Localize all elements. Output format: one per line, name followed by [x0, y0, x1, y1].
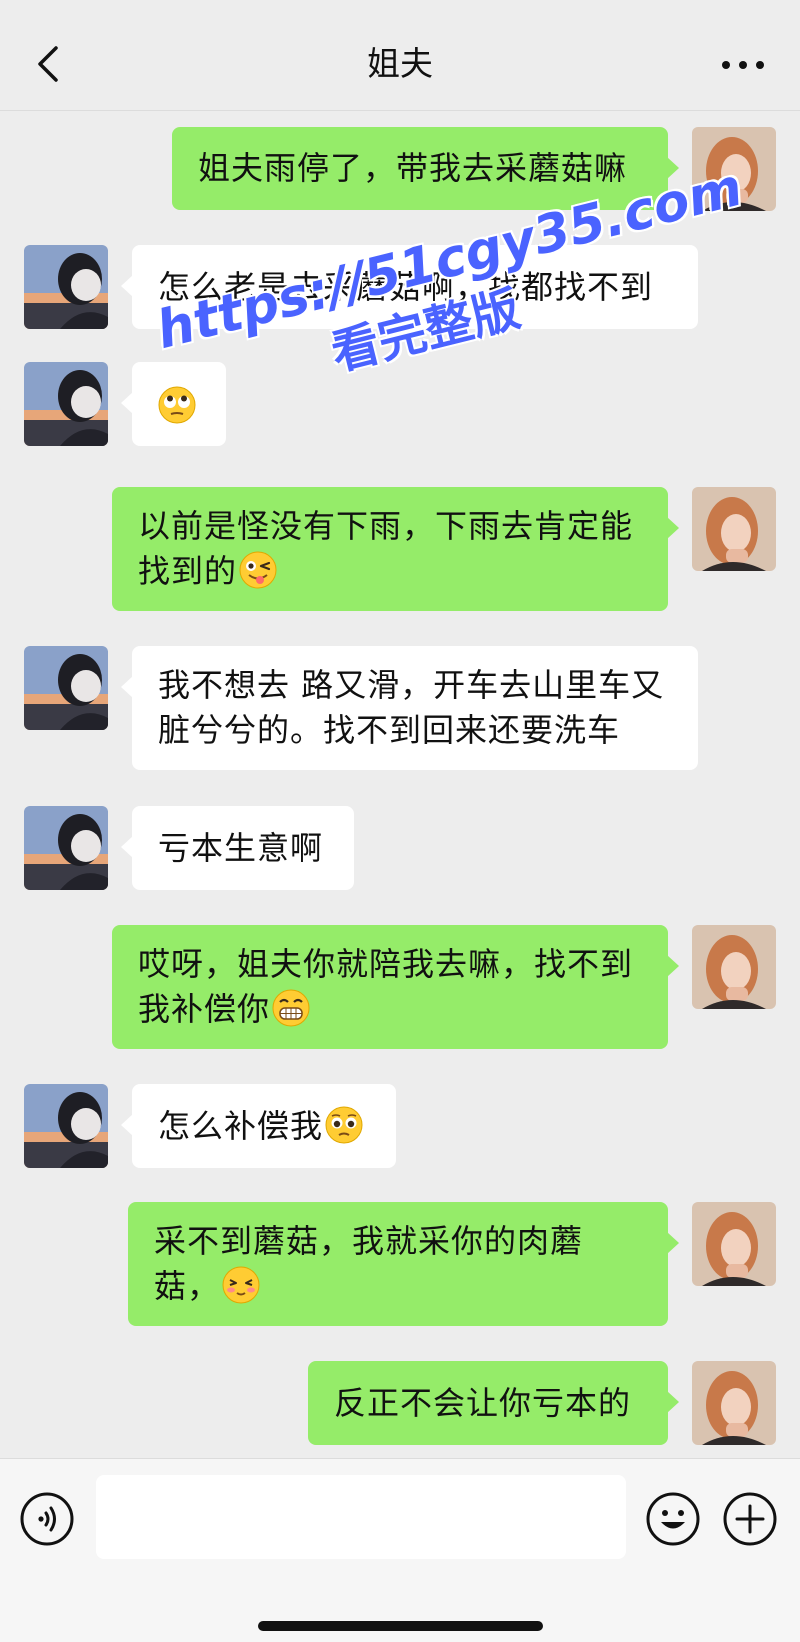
message-bubble-sent[interactable]: 姐夫雨停了，带我去采蘑菇嘛 [172, 127, 679, 210]
grin-emoji-icon [272, 989, 310, 1027]
message-text: 怎么老是去采蘑菇啊，找都找不到 [158, 268, 654, 306]
my-avatar[interactable] [692, 1361, 776, 1445]
contact-avatar[interactable] [24, 1084, 108, 1168]
message-bubble-received[interactable] [121, 362, 226, 446]
message-bubble-sent[interactable]: 反正不会让你亏本的 [308, 1361, 679, 1445]
shy-blush-emoji-icon [222, 1266, 260, 1304]
my-avatar[interactable] [692, 127, 776, 211]
contact-avatar[interactable] [24, 362, 108, 446]
message-text: 怎么补偿我 [158, 1107, 324, 1145]
more-dots-icon[interactable] [718, 50, 768, 80]
message-bubble-sent[interactable]: 哎呀，姐夫你就陪我去嘛，找不到我补偿你 [112, 925, 679, 1049]
chat-title: 姐夫 [367, 44, 433, 83]
message-text: 哎呀，姐夫你就陪我去嘛，找不到我补偿你 [138, 945, 634, 1028]
message-text: 姐夫雨停了，带我去采蘑菇嘛 [198, 149, 628, 187]
message-input[interactable] [96, 1475, 626, 1559]
emoji-face-icon[interactable] [645, 1491, 701, 1547]
wink-tongue-emoji-icon [239, 551, 277, 589]
contact-avatar[interactable] [24, 245, 108, 329]
message-bubble-received[interactable]: 亏本生意啊 [121, 806, 354, 890]
watermark-overlay: https://51cgy35.com 看完整版 [150, 158, 749, 504]
chat-input-bar [0, 1458, 800, 1642]
my-avatar[interactable] [692, 1202, 776, 1286]
message-bubble-sent[interactable]: 采不到蘑菇，我就采你的肉蘑菇， [128, 1202, 679, 1326]
plus-icon[interactable] [722, 1491, 778, 1547]
voice-icon[interactable] [19, 1491, 75, 1547]
message-bubble-received[interactable]: 怎么老是去采蘑菇啊，找都找不到 [121, 245, 698, 329]
message-bubble-received[interactable]: 怎么补偿我 [121, 1084, 396, 1168]
message-text: 我不想去 路又滑，开车去山里车又脏兮兮的。找不到回来还要洗车 [158, 666, 665, 749]
contact-avatar[interactable] [24, 806, 108, 890]
rolling-eyes-emoji-icon [158, 386, 196, 424]
message-text: 亏本生意啊 [158, 829, 324, 867]
contact-avatar[interactable] [24, 646, 108, 730]
message-text: 以前是怪没有下雨，下雨去肯定能找到的 [138, 507, 634, 590]
message-bubble-received[interactable]: 我不想去 路又滑，开车去山里车又脏兮兮的。找不到回来还要洗车 [121, 646, 698, 770]
message-text: 采不到蘑菇，我就采你的肉蘑菇， [154, 1222, 584, 1305]
message-text: 反正不会让你亏本的 [334, 1384, 632, 1422]
my-avatar[interactable] [692, 925, 776, 1009]
my-avatar[interactable] [692, 487, 776, 571]
chat-header: 姐夫 [0, 0, 800, 111]
message-bubble-sent[interactable]: 以前是怪没有下雨，下雨去肯定能找到的 [112, 487, 679, 611]
pleading-emoji-icon [325, 1106, 363, 1144]
home-indicator[interactable] [258, 1621, 543, 1631]
